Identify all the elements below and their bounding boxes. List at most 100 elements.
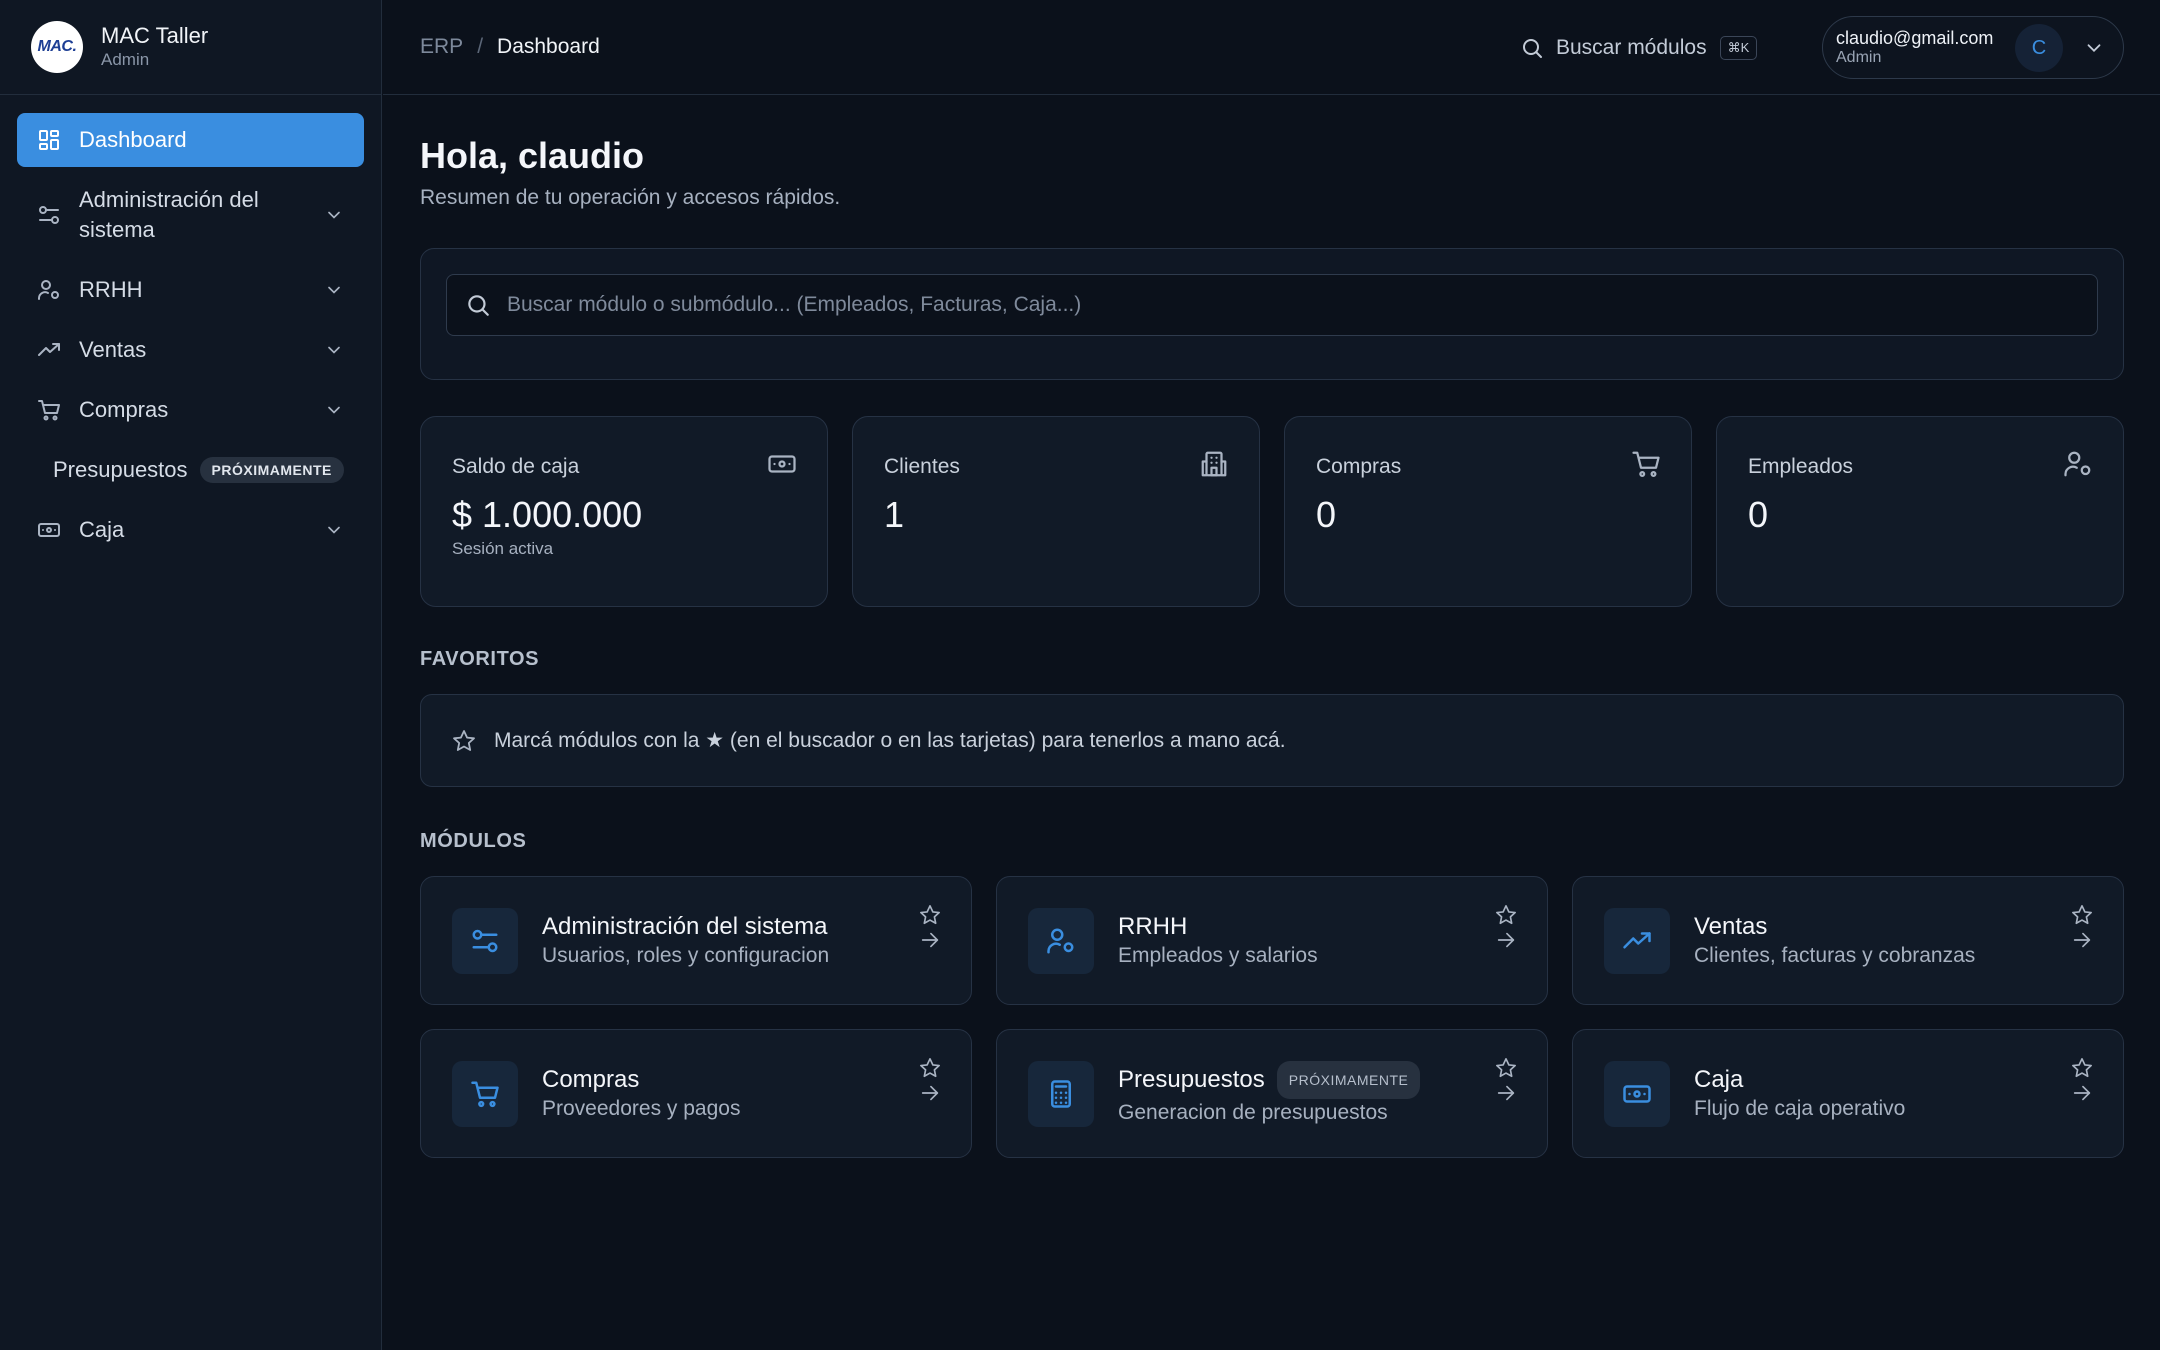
- module-card-compras[interactable]: Compras Proveedores y pagos: [420, 1029, 972, 1158]
- topbar: ERP / Dashboard Buscar módulos ⌘K claudi…: [383, 0, 2160, 95]
- avatar[interactable]: C: [2015, 24, 2063, 72]
- search-input[interactable]: [507, 293, 2097, 317]
- brand-name: MAC Taller: [101, 23, 209, 48]
- favorites-title: FAVORITOS: [420, 648, 540, 670]
- sidebar-item-rrhh[interactable]: RRHH: [17, 263, 364, 317]
- chevron-down-icon[interactable]: [324, 205, 344, 225]
- user-settings-icon: [2063, 449, 2093, 479]
- sidebar-item-ventas[interactable]: Ventas: [17, 323, 364, 377]
- search-icon: [1520, 36, 1544, 60]
- coming-soon-badge: PRÓXIMAMENTE: [1276, 1060, 1421, 1099]
- sidebar-item-label: Dashboard: [79, 127, 187, 152]
- chevron-down-icon[interactable]: [324, 520, 344, 540]
- arrow-right-icon[interactable]: [2071, 929, 2093, 951]
- sidebar-item-caja[interactable]: Caja: [17, 503, 364, 557]
- cart-icon: [37, 398, 61, 422]
- stat-label: Compras: [1316, 455, 1402, 478]
- cart-icon: [452, 1060, 518, 1127]
- stat-label: Clientes: [884, 455, 960, 478]
- search-box[interactable]: [446, 274, 2098, 336]
- breadcrumb-separator: /: [477, 35, 484, 58]
- star-icon[interactable]: [919, 1057, 941, 1079]
- arrow-right-icon[interactable]: [919, 929, 941, 951]
- sidebar-item-label: Compras: [79, 397, 169, 422]
- module-card-caja[interactable]: Caja Flujo de caja operativo: [1572, 1029, 2124, 1158]
- breadcrumb-current: Dashboard: [497, 35, 600, 58]
- sidebar-item-label: RRHH: [79, 277, 143, 302]
- module-title-text: Ventas: [1694, 912, 1768, 940]
- module-search-label: Buscar módulos: [1556, 36, 1707, 59]
- banknote-icon: [1604, 1060, 1670, 1127]
- arrow-right-icon[interactable]: [2071, 1082, 2093, 1104]
- star-icon[interactable]: [2071, 1057, 2093, 1079]
- breadcrumb-root[interactable]: ERP: [420, 35, 463, 59]
- dashboard-grid-icon: [37, 128, 61, 152]
- module-title-text: Administración del sistema: [542, 912, 828, 940]
- chevron-down-icon[interactable]: [324, 340, 344, 360]
- module-title: Compras: [542, 1065, 740, 1095]
- sidebar-item-label: Administración del sistema: [79, 187, 259, 242]
- module-title-text: Caja: [1694, 1065, 1744, 1093]
- module-title: Administración del sistema: [542, 912, 829, 942]
- cart-icon: [1631, 449, 1661, 479]
- module-title-text: Compras: [542, 1065, 640, 1093]
- module-text: RRHH Empleados y salarios: [1118, 912, 1318, 970]
- module-title: Ventas: [1694, 912, 1975, 942]
- sliders-icon: [452, 907, 518, 974]
- sidebar-item-label: Ventas: [79, 337, 147, 362]
- module-description: Clientes, facturas y cobranzas: [1694, 943, 1976, 967]
- stats-row: Saldo de caja $ 1.000.000 Sesión activa …: [420, 416, 2124, 607]
- sidebar-item-label: Caja: [79, 517, 125, 542]
- stat-label: Empleados: [1748, 455, 1854, 478]
- trending-up-icon: [37, 338, 61, 362]
- star-icon[interactable]: [919, 904, 941, 926]
- star-icon[interactable]: [1495, 1057, 1517, 1079]
- module-card-administracion[interactable]: Administración del sistema Usuarios, rol…: [420, 876, 972, 1005]
- sidebar-item-presupuestos[interactable]: Presupuestos PRÓXIMAMENTE: [17, 443, 364, 497]
- arrow-right-icon[interactable]: [1495, 929, 1517, 951]
- modules-grid: Administración del sistema Usuarios, rol…: [420, 876, 2124, 1158]
- search-icon: [465, 292, 491, 318]
- stat-card-compras: Compras 0: [1284, 416, 1692, 607]
- arrow-right-icon[interactable]: [919, 1082, 941, 1104]
- stat-card-clientes: Clientes 1: [852, 416, 1260, 607]
- page-title: Hola, claudio: [420, 135, 645, 176]
- favorites-empty-text: Marcá módulos con la ★ (en el buscador o…: [494, 729, 1286, 752]
- module-title-text: RRHH: [1118, 912, 1188, 940]
- module-title: RRHH: [1118, 912, 1318, 942]
- user-menu[interactable]: claudio@gmail.com Admin C: [1822, 16, 2124, 79]
- module-text: Presupuestos PRÓXIMAMENTE Generacion de …: [1118, 1060, 1421, 1127]
- favorites-empty-state: Marcá módulos con la ★ (en el buscador o…: [420, 694, 2124, 787]
- sidebar-nav: Dashboard Administración del sistema RRH…: [0, 95, 381, 557]
- chevron-down-icon[interactable]: [324, 280, 344, 300]
- sidebar-item-compras[interactable]: Compras: [17, 383, 364, 437]
- calculator-icon: [1028, 1060, 1094, 1127]
- sidebar-item-administracion[interactable]: Administración del sistema: [17, 173, 364, 257]
- modules-title: MÓDULOS: [420, 830, 527, 852]
- module-text: Ventas Clientes, facturas y cobranzas: [1694, 912, 1975, 970]
- star-icon[interactable]: [1495, 904, 1517, 926]
- chevron-down-icon[interactable]: [324, 400, 344, 420]
- module-card-presupuestos[interactable]: Presupuestos PRÓXIMAMENTE Generacion de …: [996, 1029, 1548, 1158]
- stat-value: 0: [1748, 494, 1769, 535]
- module-card-rrhh[interactable]: RRHH Empleados y salarios: [996, 876, 1548, 1005]
- sidebar-item-dashboard[interactable]: Dashboard: [17, 113, 364, 167]
- sliders-icon: [37, 203, 61, 227]
- module-description: Flujo de caja operativo: [1694, 1096, 1906, 1120]
- module-search-trigger[interactable]: Buscar módulos ⌘K: [1520, 32, 1758, 64]
- stat-note: Sesión activa: [452, 539, 554, 558]
- arrow-right-icon[interactable]: [1495, 1082, 1517, 1104]
- module-text: Administración del sistema Usuarios, rol…: [542, 912, 829, 970]
- chevron-down-icon[interactable]: [2083, 37, 2105, 59]
- stat-value: 0: [1316, 494, 1337, 535]
- module-title: Caja: [1694, 1065, 1905, 1095]
- module-text: Compras Proveedores y pagos: [542, 1065, 740, 1123]
- star-icon[interactable]: [2071, 904, 2093, 926]
- brand-logo[interactable]: MAC.: [31, 21, 83, 73]
- keyboard-shortcut: ⌘K: [1719, 36, 1758, 60]
- sidebar-item-label: Presupuestos: [53, 457, 188, 482]
- brand-header: MAC. MAC Taller Admin: [0, 0, 381, 95]
- trending-up-icon: [1604, 907, 1670, 974]
- stat-card-empleados: Empleados 0: [1716, 416, 2124, 607]
- module-card-ventas[interactable]: Ventas Clientes, facturas y cobranzas: [1572, 876, 2124, 1005]
